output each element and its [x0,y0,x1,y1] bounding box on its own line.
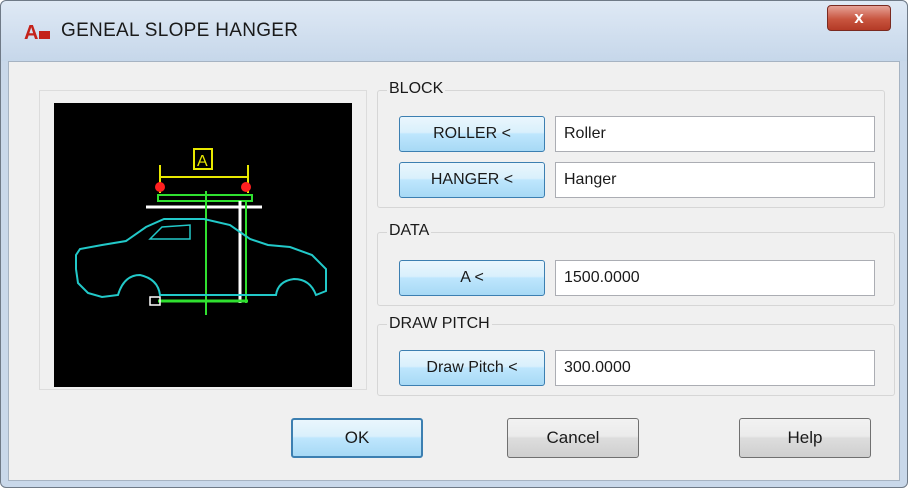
app-icon-letter: A [24,22,38,43]
close-icon: x [854,8,864,27]
draw-pitch-group-label: DRAW PITCH [387,315,492,333]
left-roller-marker [155,182,165,192]
dialog-title: GENEAL SLOPE HANGER [61,20,299,41]
hanger-field[interactable]: Hanger [555,162,875,198]
slope-hanger-drawing: A [75,148,327,315]
dialog-body: A BLOCK ROLLER < Roller HANGER < Hanger … [8,61,900,481]
preview-image: A [54,103,352,387]
block-group-label: BLOCK [387,80,446,98]
draw-pitch-field[interactable]: 300.0000 [555,350,875,386]
ok-button[interactable]: OK [291,418,423,458]
hanger-pick-button[interactable]: HANGER < [399,162,545,198]
right-roller-marker [241,182,251,192]
a-pick-button[interactable]: A < [399,260,545,296]
dialog-window: A GENEAL SLOPE HANGER x A BLOCK ROLLER <… [0,0,908,488]
title-bar[interactable]: A GENEAL SLOPE HANGER x [1,1,907,61]
roller-field[interactable]: Roller [555,116,875,152]
close-button[interactable]: x [827,5,891,31]
a-value-field[interactable]: 1500.0000 [555,260,875,296]
data-group-label: DATA [387,222,432,240]
roller-pick-button[interactable]: ROLLER < [399,116,545,152]
dimension-label: A [197,153,208,170]
preview-frame: A [39,90,367,390]
cancel-button[interactable]: Cancel [507,418,639,458]
help-button[interactable]: Help [739,418,871,458]
draw-pitch-pick-button[interactable]: Draw Pitch < [399,350,545,386]
app-icon: A [24,22,50,43]
car-outline [75,218,327,299]
